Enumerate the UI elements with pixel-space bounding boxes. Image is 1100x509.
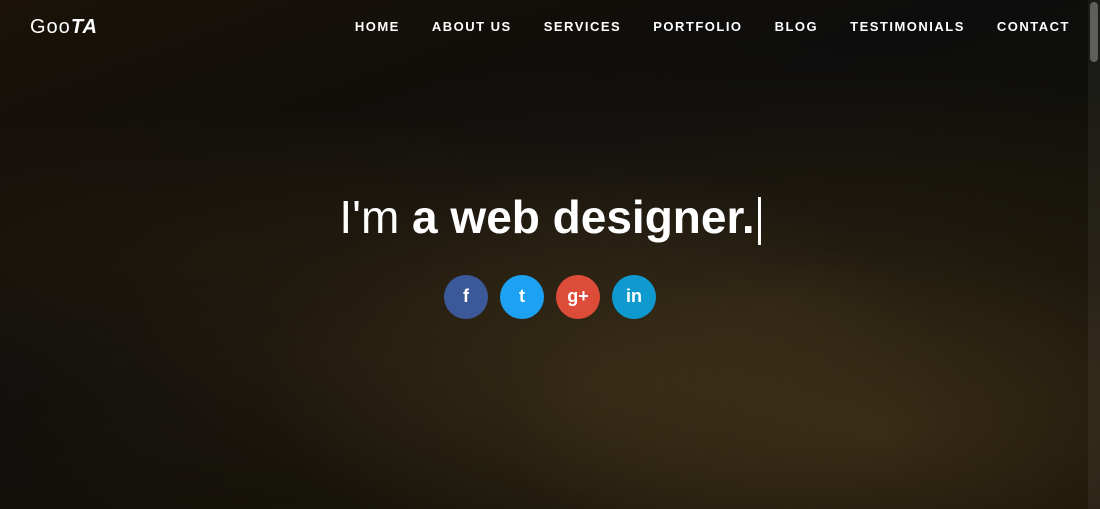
nav-link-home[interactable]: HOME [355,19,400,34]
nav-item-portfolio[interactable]: PORTFOLIO [653,18,742,36]
social-button-facebook[interactable]: f [444,275,488,319]
hero-section: GooTA HOME ABOUT US SERVICES PORTFOLIO B… [0,0,1100,509]
nav-link-blog[interactable]: BLOG [775,19,819,34]
nav-item-services[interactable]: SERVICES [544,18,622,36]
nav-links: HOME ABOUT US SERVICES PORTFOLIO BLOG TE… [355,18,1070,36]
cursor-blink [758,197,761,245]
social-icons-row: f t g+ in [444,275,656,319]
nav-item-home[interactable]: HOME [355,18,400,36]
hero-headline: I'm a web designer. [339,190,760,245]
social-button-twitter[interactable]: t [500,275,544,319]
nav-link-about[interactable]: ABOUT US [432,19,512,34]
nav-link-testimonials[interactable]: TESTIMONIALS [850,19,965,34]
nav-link-contact[interactable]: CONTACT [997,19,1070,34]
scrollbar[interactable] [1088,0,1100,509]
hero-bold: a web designer. [412,191,755,243]
nav-item-contact[interactable]: CONTACT [997,18,1070,36]
hero-content: I'm a web designer. f t g+ in [339,190,760,319]
nav-item-about[interactable]: ABOUT US [432,18,512,36]
hero-prefix: I'm [339,191,412,243]
brand-logo[interactable]: GooTA [30,16,98,39]
social-button-linkedin[interactable]: in [612,275,656,319]
nav-link-portfolio[interactable]: PORTFOLIO [653,19,742,34]
nav-item-blog[interactable]: BLOG [775,18,819,36]
nav-link-services[interactable]: SERVICES [544,19,622,34]
navbar: GooTA HOME ABOUT US SERVICES PORTFOLIO B… [0,0,1100,54]
social-button-googleplus[interactable]: g+ [556,275,600,319]
nav-item-testimonials[interactable]: TESTIMONIALS [850,18,965,36]
scrollbar-thumb[interactable] [1090,2,1098,62]
